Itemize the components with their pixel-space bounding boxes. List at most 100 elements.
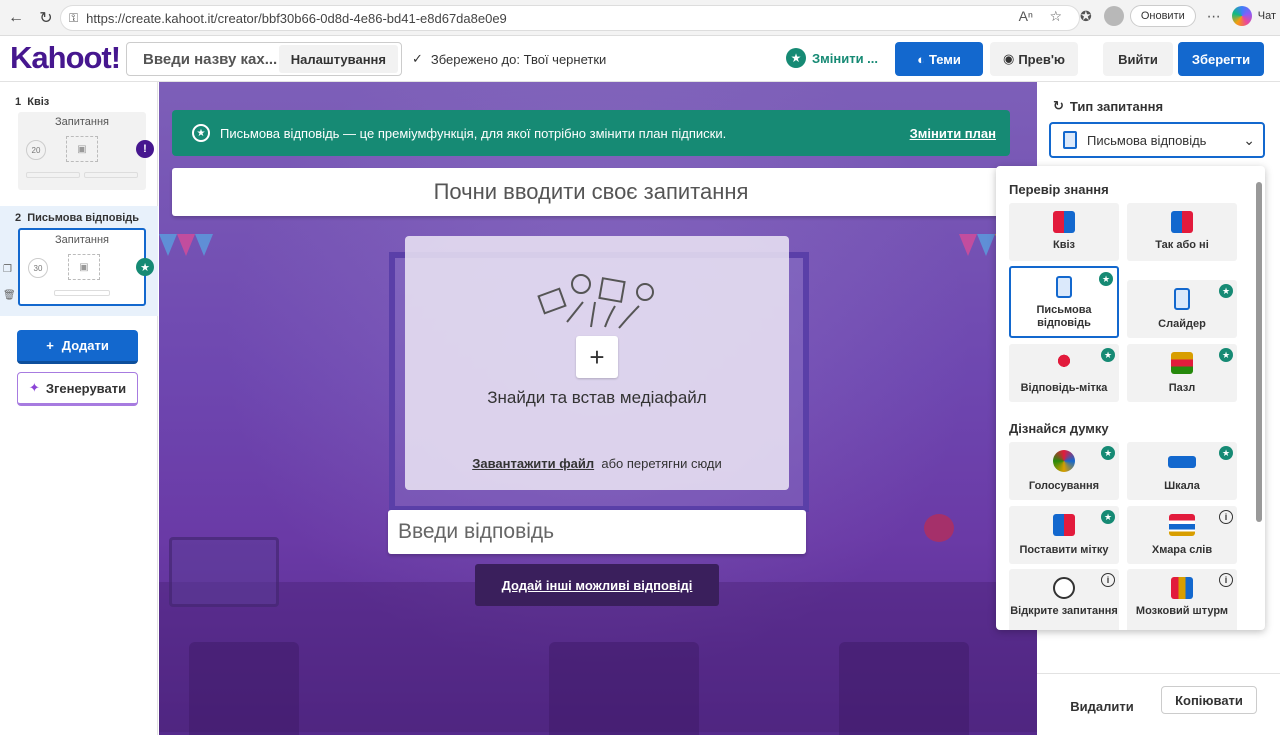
background-chair (839, 642, 969, 735)
type-option-drop-pin[interactable]: ★ Поставити мітку (1009, 506, 1119, 564)
switch-icon: ↻ (1053, 98, 1064, 113)
selected-type: Письмова відповідь (1087, 132, 1207, 148)
preview-button[interactable]: ◉ Прев'ю (990, 42, 1078, 76)
media-title: Знайди та встав медіафайл (487, 388, 707, 407)
upload-rest-text: або перетягни сюди (601, 456, 722, 471)
themes-button[interactable]: ◐ Теми (895, 42, 983, 76)
question-input[interactable]: Почни вводити своє запитання (172, 168, 1010, 216)
type-option-puzzle[interactable]: ★ Пазл (1127, 344, 1237, 402)
browser-actions: Aⁿ ☆ ✪ Оновити ⋯ Чат (1014, 4, 1276, 28)
scroll-thumb[interactable] (1256, 182, 1262, 522)
type-option-pin-answer[interactable]: ★ Відповідь-мітка (1009, 344, 1119, 402)
word-cloud-icon (1169, 514, 1195, 536)
add-media-button[interactable]: + (576, 336, 618, 378)
media-dropzone[interactable]: + Знайди та встав медіафайл Завантажити … (405, 236, 789, 490)
change-plan-label: Змінити ... (812, 50, 879, 66)
slide-number: 2 (15, 212, 22, 224)
settings-button[interactable]: Налаштування (278, 45, 398, 73)
background-laptop (169, 537, 279, 607)
more-menu-icon[interactable]: ⋯ (1202, 4, 1226, 28)
info-icon[interactable]: i (1219, 573, 1233, 587)
info-icon[interactable]: i (1101, 573, 1115, 587)
slider-icon (1174, 288, 1190, 310)
add-label: Додати (61, 338, 109, 353)
change-plan-link[interactable]: Змінити план (910, 126, 996, 141)
chat-label[interactable]: Чат (1258, 10, 1276, 22)
save-button[interactable]: Зберегти (1178, 42, 1264, 76)
slide-type: Письмова відповідь (27, 212, 140, 224)
speech-bubble-icon (1053, 577, 1075, 599)
kahoot-logo[interactable]: Kahoot! (10, 40, 121, 76)
change-plan-link[interactable]: ★ Змінити ... (786, 48, 878, 68)
app-header: Kahoot! Введи назву ках... Налаштування … (0, 36, 1280, 82)
copilot-icon[interactable] (1231, 6, 1252, 26)
drop-pin-icon (1053, 514, 1075, 536)
bunting-flag (159, 234, 177, 256)
reload-icon[interactable]: ↻ (32, 4, 60, 32)
type-option-label: Хмара слів (1151, 544, 1213, 556)
type-option-poll[interactable]: ★ Голосування (1009, 442, 1119, 500)
question-canvas: ★ Письмова відповідь — це преміумфункція… (159, 82, 1037, 735)
add-slide-button[interactable]: + Додати (17, 330, 138, 364)
type-option-true-false[interactable]: Так або ні (1127, 203, 1237, 261)
type-option-label: Голосування (1028, 480, 1100, 492)
title-input[interactable]: Введи назву ках... (127, 51, 279, 68)
type-option-brainstorm[interactable]: i Мозковий штурм (1127, 569, 1237, 630)
premium-banner: ★ Письмова відповідь — це преміумфункція… (172, 110, 1010, 156)
type-option-open-ended[interactable]: i Відкрите запитання (1009, 569, 1119, 630)
kahoot-title-field[interactable]: Введи назву ках... Налаштування (126, 42, 402, 76)
type-option-label: Поставити мітку (1019, 544, 1109, 556)
type-answer-icon (1056, 276, 1072, 298)
media-illustration-icon (537, 274, 654, 329)
premium-star-icon: ★ (1101, 446, 1115, 460)
slide-type: Квіз (27, 96, 50, 108)
slide-1-label: 1 Квіз (15, 96, 49, 108)
upload-file-link[interactable]: Завантажити файл (472, 456, 594, 471)
duplicate-icon[interactable]: ❐ (3, 264, 12, 275)
favorites-list-icon[interactable]: ✪ (1074, 4, 1098, 28)
back-arrow-icon[interactable]: ← (2, 4, 30, 32)
add-answers-button[interactable]: Додай інші можливі відповіді (475, 564, 719, 606)
type-option-quiz[interactable]: Квіз (1009, 203, 1119, 261)
chevron-down-icon: ⌄ (1243, 131, 1255, 148)
question-type-dropdown: Перевір знання Квіз Так або ні ★ Письмов… (996, 166, 1265, 630)
info-icon[interactable]: i (1219, 510, 1233, 524)
premium-star-icon: ★ (1099, 272, 1113, 286)
type-option-label: Відкрите запитання (1010, 605, 1118, 617)
type-option-type-answer[interactable]: ★ Письмова відповідь (1009, 266, 1119, 338)
saved-text: Збережено до: Твої чернетки (430, 51, 607, 67)
slide-number: 1 (15, 96, 22, 108)
save-status: ✓ Збережено до: Твої чернетки (412, 51, 606, 67)
question-type-select[interactable]: Письмова відповідь ⌄ (1049, 122, 1265, 158)
delete-button[interactable]: Видалити (1063, 692, 1141, 720)
exit-button[interactable]: Вийти (1103, 42, 1173, 76)
answer-input[interactable]: Введи відповідь (388, 510, 806, 554)
browser-toolbar: ← ↻ ⚿ https://create.kahoot.it/creator/b… (0, 0, 1280, 36)
trash-icon[interactable]: 🗑 (3, 290, 16, 301)
pin-icon (1053, 352, 1075, 374)
premium-star-icon: ★ (786, 48, 806, 68)
puzzle-icon (1171, 352, 1193, 374)
plus-icon: + (46, 338, 54, 353)
answer-bar (54, 290, 110, 296)
true-false-icon (1171, 211, 1193, 233)
premium-star-icon: ★ (192, 124, 210, 142)
type-option-slider[interactable]: ★ Слайдер (1127, 280, 1237, 338)
type-option-label: Шкала (1164, 480, 1200, 492)
address-bar[interactable]: ⚿ https://create.kahoot.it/creator/bbf30… (60, 5, 1080, 31)
read-aloud-icon[interactable]: Aⁿ (1014, 4, 1038, 28)
type-option-scale[interactable]: ★ Шкала (1127, 442, 1237, 500)
slide-1-thumbnail[interactable]: Запитання 20 ▣ (18, 112, 146, 190)
profile-avatar[interactable] (1103, 6, 1124, 26)
type-answer-icon (1063, 131, 1077, 149)
check-icon: ✓ (412, 51, 423, 66)
slide-2-thumbnail[interactable]: Запитання 30 ▣ (18, 228, 146, 306)
favorite-star-icon[interactable]: ☆ (1044, 4, 1068, 28)
type-option-word-cloud[interactable]: i Хмара слів (1127, 506, 1237, 564)
image-placeholder-icon: ▣ (66, 136, 98, 162)
copy-button[interactable]: Копіювати (1161, 686, 1257, 714)
timer-circle: 20 (26, 140, 46, 160)
update-button[interactable]: Оновити (1129, 5, 1196, 27)
generate-button[interactable]: ✦ Згенерувати (17, 372, 138, 406)
dropdown-scrollbar[interactable] (1256, 170, 1262, 626)
